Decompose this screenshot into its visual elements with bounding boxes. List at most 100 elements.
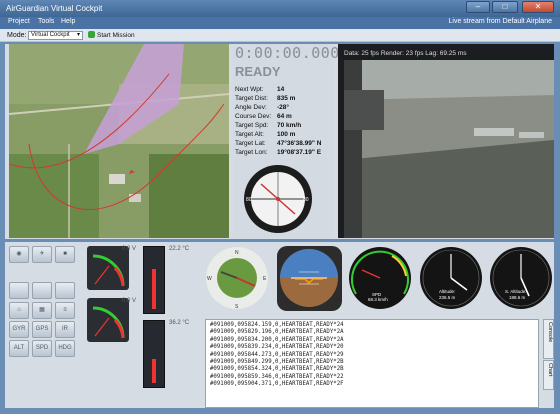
log-line: #091009,095829.196,0,HEARTBEAT,READY*2A: [210, 329, 344, 336]
ir-button[interactable]: IR: [55, 321, 75, 338]
mode-select[interactable]: Virtual Cockpit ▾: [28, 31, 83, 40]
camera-button[interactable]: ■: [55, 246, 75, 263]
mode-value: Virtual Cockpit: [31, 32, 70, 38]
start-mission-button[interactable]: Start Mission: [88, 31, 135, 40]
map-image: [9, 44, 229, 238]
menu-tools[interactable]: Tools: [38, 18, 54, 25]
info-key: Target Lat:: [235, 140, 266, 147]
voltage-gauge-1: [87, 246, 129, 290]
info-value: 70 km/h: [277, 122, 302, 129]
tab-chart[interactable]: Chart: [543, 360, 554, 390]
speed-gauge: SPD 68.3 km/h: [349, 247, 411, 309]
mode-label: Mode:: [7, 32, 27, 39]
log-line: #091009,095824.159,0,HEARTBEAT,READY*24: [210, 322, 344, 328]
compass-w: W: [207, 276, 212, 282]
info-value: 47°36'38.99" N: [277, 140, 322, 147]
satellite-map[interactable]: [9, 44, 229, 238]
menu-project[interactable]: Project: [8, 18, 30, 25]
info-key: Target Spd:: [235, 122, 269, 129]
temperature-gauge-1: [143, 246, 165, 314]
info-value: 100 m: [277, 131, 296, 138]
log-line: #091009,095854.324,0,HEARTBEAT,READY*2B: [210, 366, 344, 373]
info-value: 19°08'37.19" E: [277, 149, 322, 156]
info-key: Angle Dev:: [235, 104, 267, 111]
toolbar: Mode: Virtual Cockpit ▾ Start Mission: [0, 29, 560, 42]
status-label: READY: [235, 64, 281, 79]
s-altitude-value: 188.6 m: [509, 295, 526, 300]
start-mission-label: Start Mission: [97, 32, 135, 39]
hdg-button[interactable]: HDG: [55, 340, 75, 357]
info-key: Next Wpt:: [235, 86, 264, 93]
log-line: #091009,095859.346,0,HEARTBEAT,READY*22: [210, 373, 344, 380]
layers-button[interactable]: ≡: [55, 302, 75, 319]
compass: N E S W: [206, 247, 268, 310]
flight-info: 0:00:00.000 READY Next Wpt: 14 Target Dis…: [233, 44, 339, 238]
compass-n: N: [235, 250, 239, 256]
temperature-label-1: 22.2 °C: [169, 246, 190, 252]
globe-button[interactable]: ◉: [9, 246, 29, 263]
temp-bar-2: [152, 359, 156, 383]
gps-button[interactable]: GPS: [32, 321, 52, 338]
airplane-icon: ✈: [39, 251, 45, 257]
instrument-panel: ◉ ✈ ■ ⌂ ▦ ≡ GYR GPS IR ALT SPD HDG 0.0 V…: [5, 242, 554, 408]
window-title: AirGuardian Virtual Cockpit: [6, 4, 103, 13]
main-panel: 0:00:00.000 READY Next Wpt: 14 Target Dis…: [5, 44, 554, 239]
info-key: Course Dev:: [235, 113, 272, 120]
blank-button-1[interactable]: [9, 282, 29, 299]
tab-console[interactable]: Console: [543, 319, 554, 359]
altitude-label: Altitude:: [439, 289, 455, 294]
video-panel: Data: 25 fps Render: 23 fps Lag: 69.25 m…: [338, 44, 554, 238]
mission-timer: 0:00:00.000: [235, 44, 340, 62]
live-stream-label: Live stream from Default Airplane: [448, 18, 553, 25]
camera-icon: ■: [63, 251, 67, 257]
console-log[interactable]: #091009,095824.159,0,HEARTBEAT,READY*24 …: [205, 319, 539, 408]
plane-button[interactable]: ✈: [32, 246, 52, 263]
info-value: 64 m: [277, 113, 292, 120]
layers-icon: ≡: [63, 307, 67, 313]
info-value: -28°: [277, 104, 289, 111]
log-line: #091009,095844.273,0,HEARTBEAT,READY*29: [210, 351, 344, 358]
close-button[interactable]: ✕: [522, 1, 554, 13]
voltage-gauge-2: [87, 298, 129, 342]
info-value: 835 m: [277, 95, 296, 102]
s-altitude-label: S. Altitude:: [505, 289, 527, 294]
home-icon: ⌂: [17, 307, 21, 313]
blank-button-3[interactable]: [55, 282, 75, 299]
s-altitude-gauge: S. Altitude: 188.6 m: [490, 247, 552, 309]
temp-bar-1: [152, 269, 156, 309]
svg-text:80: 80: [246, 197, 252, 203]
tab-chart-label: Chart: [547, 363, 553, 377]
home-button[interactable]: ⌂: [9, 302, 29, 319]
log-line: #091009,095839.234,0,HEARTBEAT,READY*20: [210, 344, 344, 351]
log-line: #091009,095834.200,0,HEARTBEAT,READY*2A: [210, 336, 344, 343]
video-feed: [344, 60, 554, 238]
globe-icon: ◉: [16, 251, 22, 257]
menu-help[interactable]: Help: [61, 18, 75, 25]
minimize-button[interactable]: –: [466, 1, 490, 13]
voltage-label-2: 0.0 V: [122, 298, 137, 304]
svg-text:80: 80: [303, 197, 309, 203]
alt-button[interactable]: ALT: [9, 340, 29, 357]
tab-console-label: Console: [547, 322, 553, 343]
log-line: #091009,095849.299,0,HEARTBEAT,READY*2B: [210, 359, 344, 366]
speed-value: 68.3 km/h: [368, 297, 388, 302]
spd-button[interactable]: SPD: [32, 340, 52, 357]
info-key: Target Alt:: [235, 131, 264, 138]
info-key: Target Dist:: [235, 95, 268, 102]
artificial-horizon: [277, 246, 342, 311]
temperature-label-2: 36.2 °C: [169, 320, 190, 326]
temperature-gauge-2: [143, 320, 165, 388]
maximize-button[interactable]: □: [492, 1, 518, 13]
grid-icon: ▦: [39, 307, 45, 313]
grid-button[interactable]: ▦: [32, 302, 52, 319]
altitude-value: 236.5 m: [439, 295, 456, 300]
blank-button-2[interactable]: [32, 282, 52, 299]
gyr-button[interactable]: GYR: [9, 321, 29, 338]
log-line: #091009,095904.371,0,HEARTBEAT,READY*2F: [210, 381, 344, 388]
video-stats: Data: 25 fps Render: 23 fps Lag: 69.25 m…: [344, 50, 467, 57]
altitude-gauge: Altitude: 236.5 m: [420, 247, 482, 309]
info-key: Target Lon:: [235, 149, 268, 156]
title-bar: AirGuardian Virtual Cockpit – □ ✕: [0, 0, 560, 17]
play-icon: [88, 31, 95, 38]
menu-bar: Project Tools Help Live stream from Defa…: [0, 17, 560, 29]
